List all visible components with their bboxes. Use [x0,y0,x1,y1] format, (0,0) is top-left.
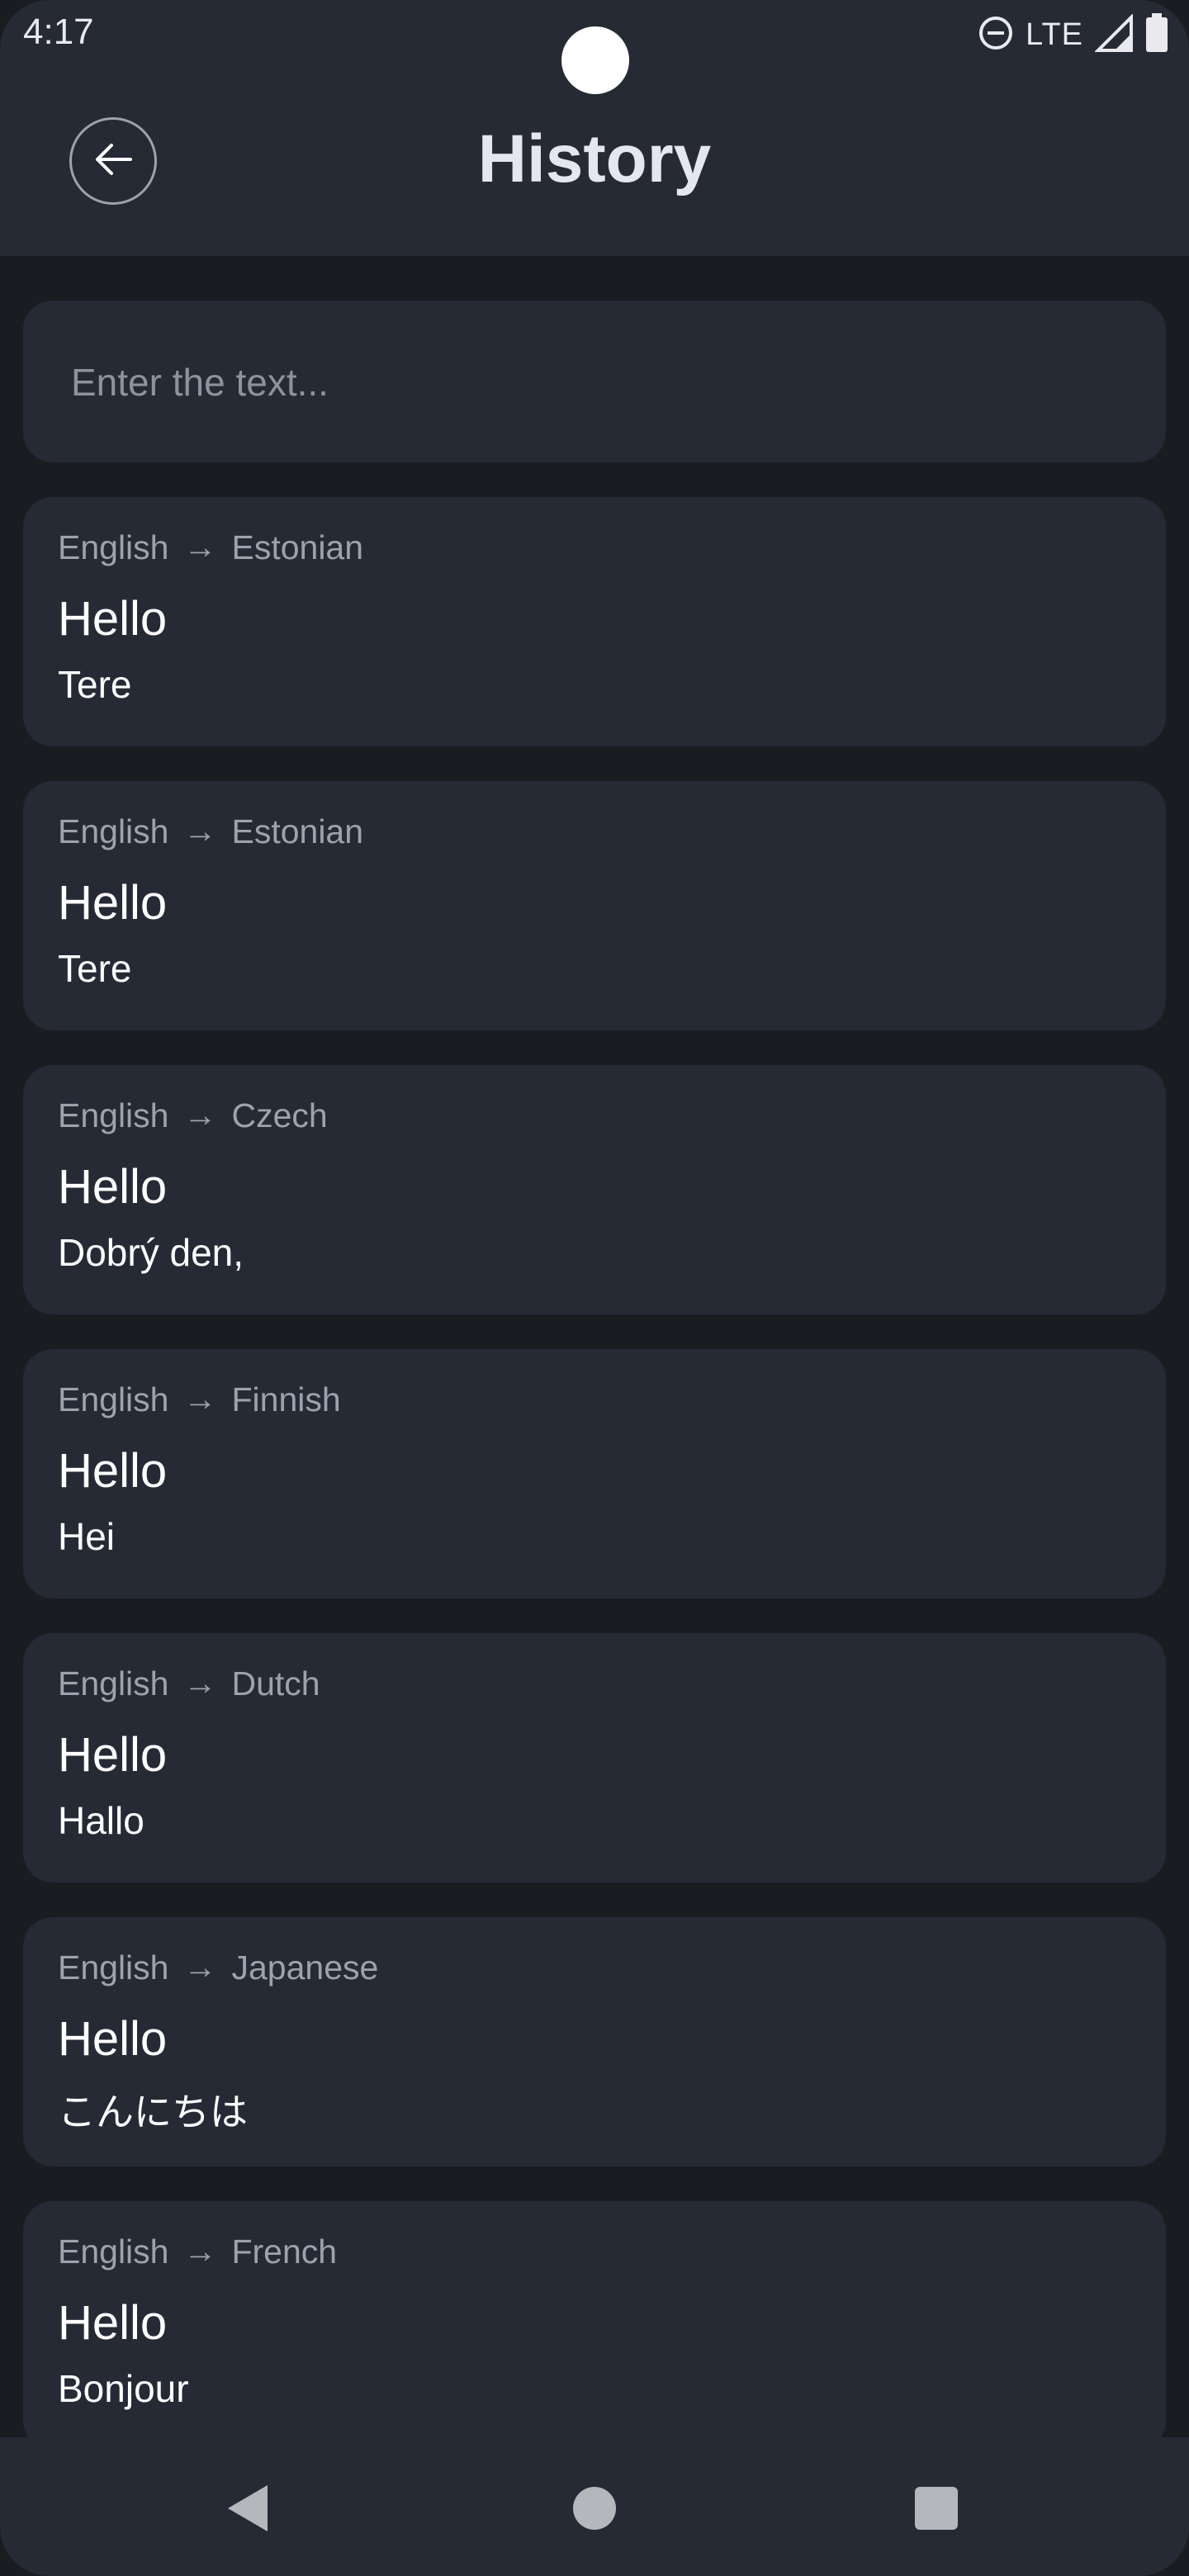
target-language: Japanese [231,1949,379,1986]
source-text: Hello [58,2296,168,2350]
target-language: Finnish [231,1380,341,1418]
translation-text: Dobrý den, [58,1231,244,1274]
app-screen: 4:17 LTE History Enter the text... Engli… [0,0,1189,2576]
source-text: Hello [58,876,168,930]
nav-back-icon[interactable] [225,2482,271,2539]
nav-recents-icon[interactable] [915,2487,958,2530]
language-pair: English → Estonian [58,812,363,851]
arrow-right-icon: → [183,2233,217,2270]
language-pair: English → French [58,2233,337,2271]
source-language: English [58,812,169,850]
source-language: English [58,1664,169,1702]
source-language: English [58,1380,169,1418]
history-item[interactable]: English → Dutch Hello Hallo [23,1633,1166,1882]
translation-text: Hallo [58,1799,144,1842]
translation-text: Hei [58,1515,116,1558]
language-pair: English → Finnish [58,1380,341,1419]
target-language: Dutch [231,1664,320,1702]
nav-home-icon[interactable] [573,2487,616,2530]
page-title: History [477,121,712,197]
language-pair: English → Czech [58,1096,328,1135]
history-item[interactable]: English → Estonian Hello Tere [23,497,1166,746]
language-pair: English → Japanese [58,1949,378,1987]
history-item[interactable]: English → Japanese Hello こんにちは [23,1917,1166,2166]
signal-icon [1094,12,1133,56]
language-pair: English → Dutch [58,1664,320,1703]
battery-icon [1144,12,1169,57]
source-language: English [58,1949,169,1986]
source-text: Hello [58,2012,168,2066]
target-language: Estonian [231,528,364,566]
front-camera [561,26,629,94]
translation-text: Tere [58,663,132,706]
source-language: English [58,1096,169,1134]
history-item[interactable]: English → Finnish Hello Hei [23,1349,1166,1598]
search-input[interactable] [69,301,1146,464]
history-item[interactable]: English → Czech Hello Dobrý den, [23,1065,1166,1314]
arrow-right-icon: → [183,1381,217,1418]
target-language: Estonian [231,812,364,850]
arrow-right-icon: → [183,1665,217,1702]
arrow-right-icon: → [183,529,217,566]
history-item[interactable]: English → French Hello Bonjour [23,2201,1166,2451]
target-language: French [231,2233,338,2271]
language-pair: English → Estonian [58,528,363,567]
translation-text: Tere [58,947,132,990]
history-list: English → Estonian Hello Tere English → … [23,497,1166,2485]
network-type: LTE [1026,17,1083,52]
arrow-right-icon: → [183,1949,217,1986]
do-not-disturb-icon [978,15,1014,55]
source-language: English [58,2233,169,2271]
status-time: 4:17 [23,12,94,52]
source-text: Hello [58,1160,168,1214]
system-nav-bar [0,2437,1189,2576]
arrow-right-icon: → [183,1097,217,1134]
status-icons: LTE [978,12,1169,57]
search-box [23,301,1166,464]
translation-text: Bonjour [58,2367,189,2410]
target-language: Czech [231,1096,328,1134]
source-language: English [58,528,169,566]
translation-text: こんにちは [58,2091,248,2133]
source-text: Hello [58,1444,168,1498]
source-text: Hello [58,592,168,646]
history-item[interactable]: English → Estonian Hello Tere [23,781,1166,1030]
arrow-right-icon: → [183,813,217,850]
app-header: 4:17 LTE History [0,0,1189,256]
source-text: Hello [58,1728,168,1782]
